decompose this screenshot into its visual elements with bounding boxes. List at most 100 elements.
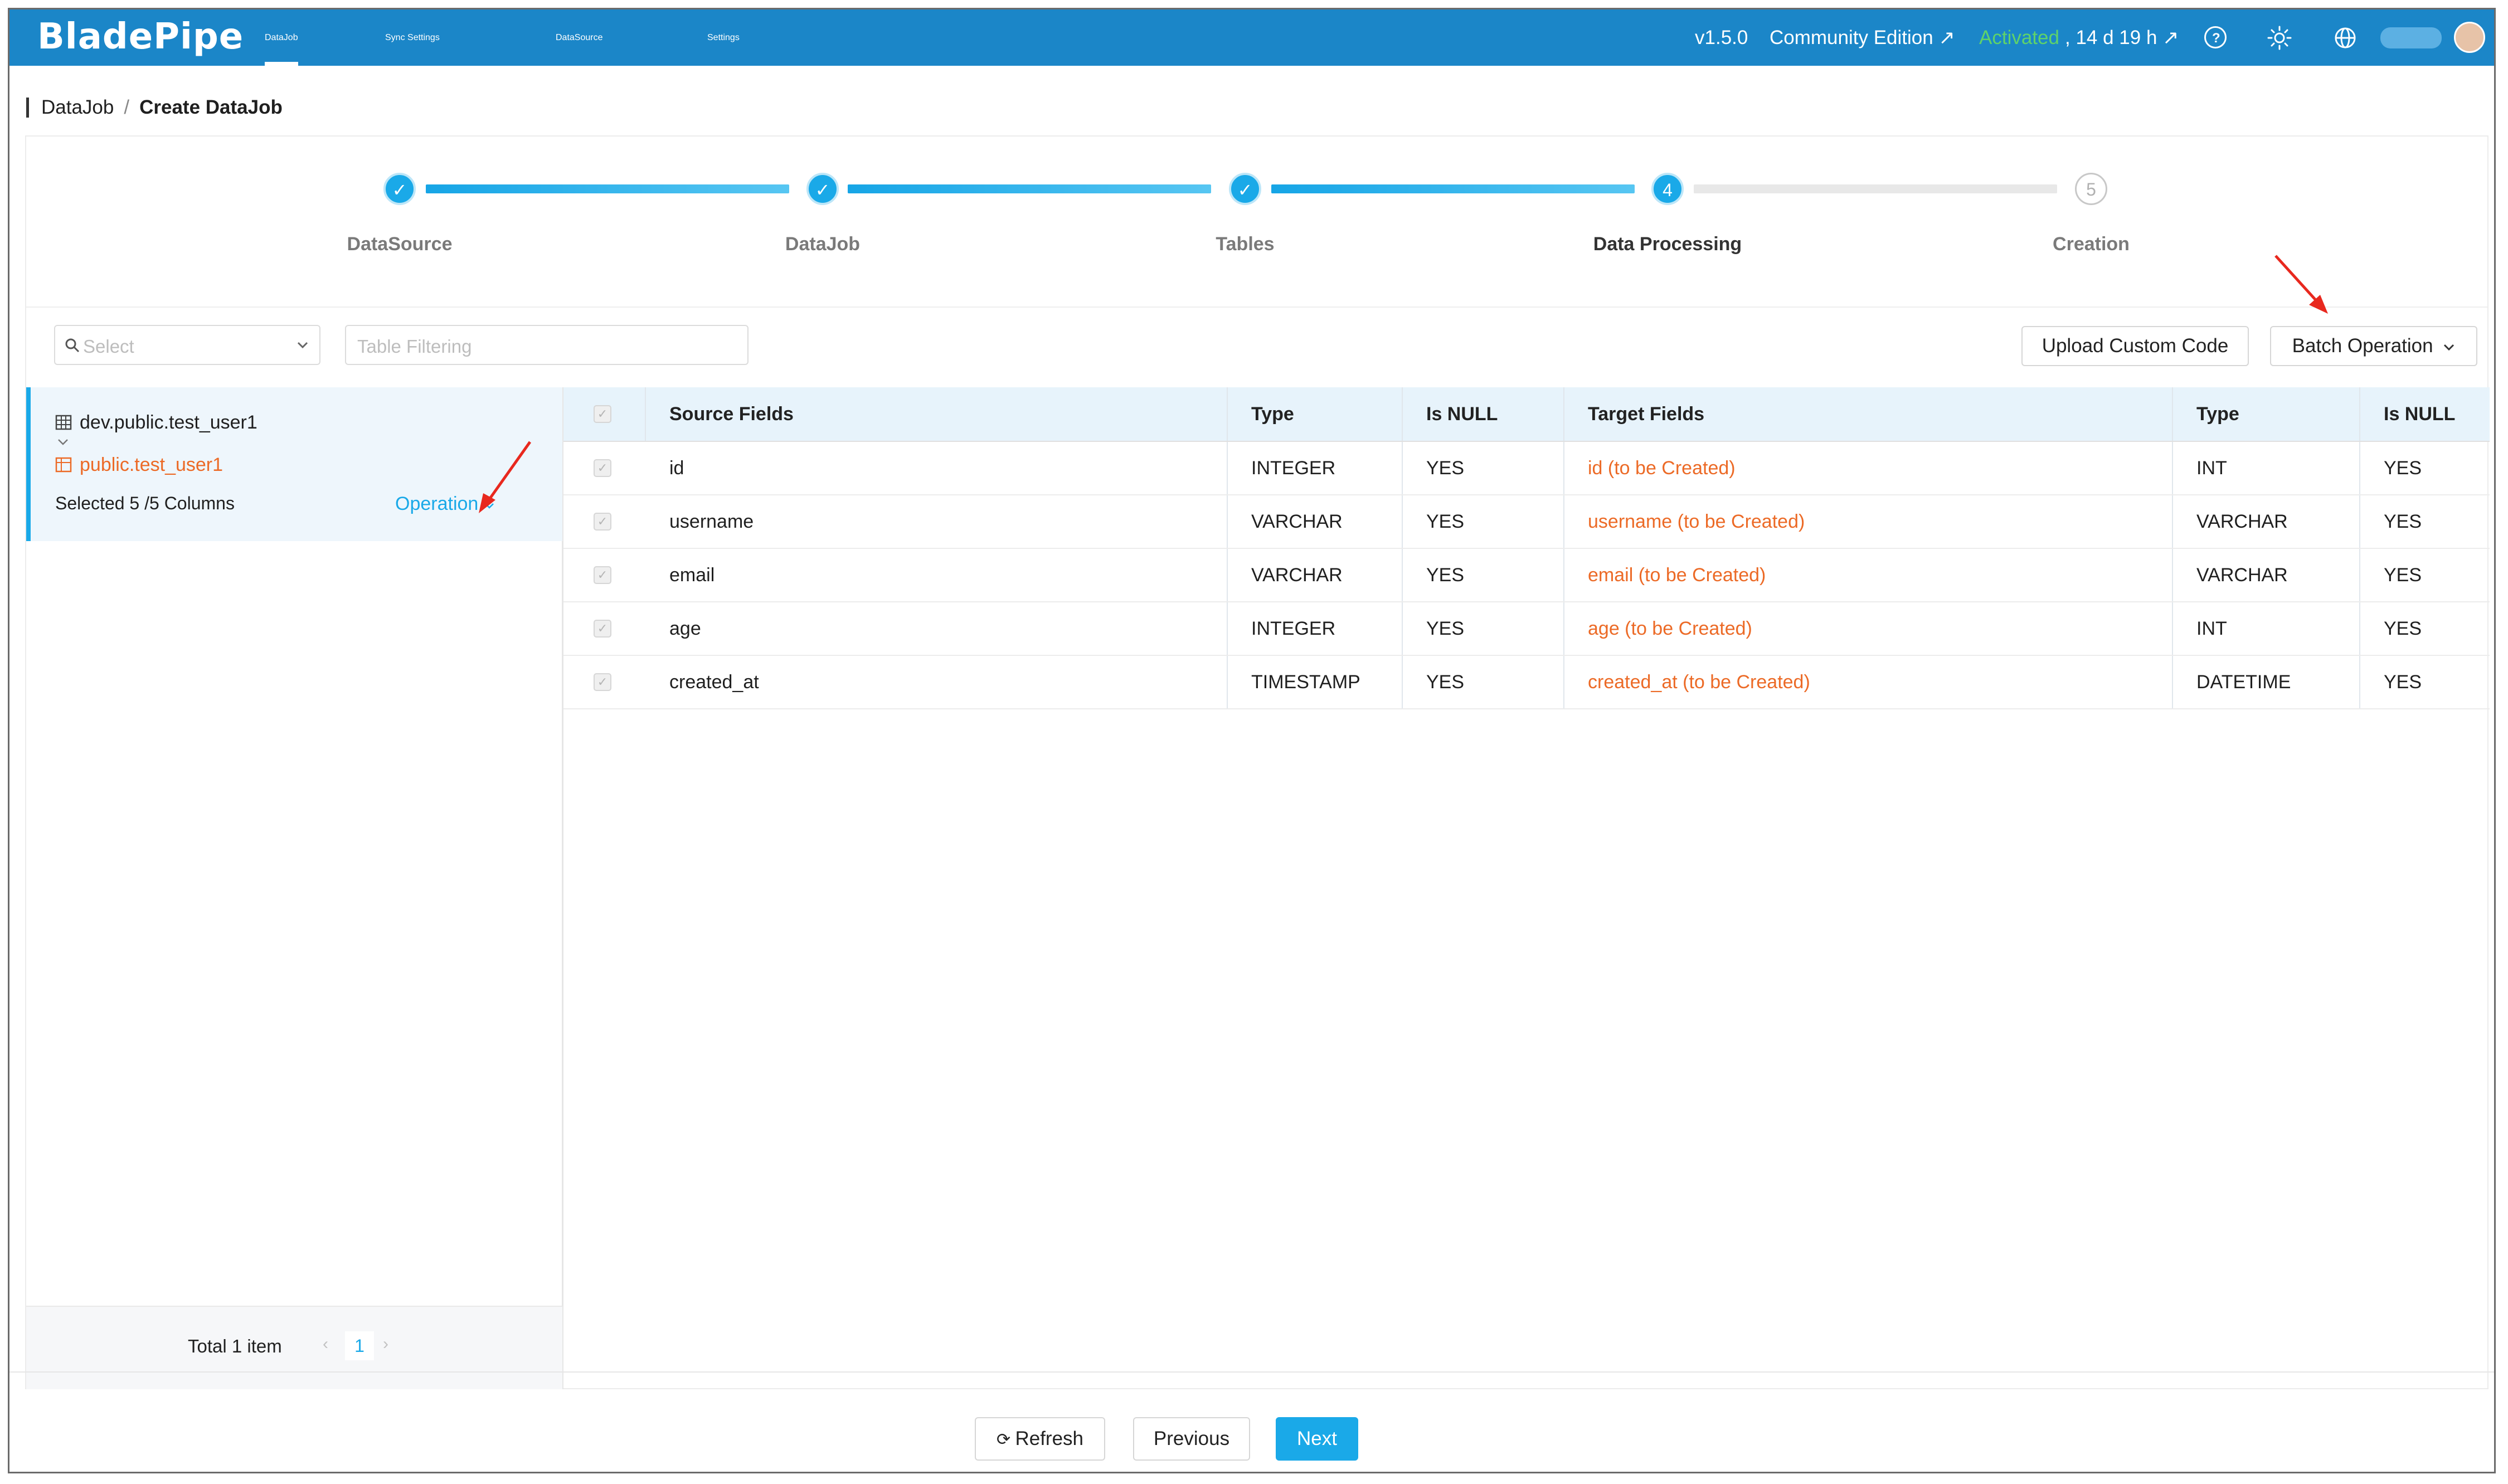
source-field-cell: email [669,564,715,586]
edition-link[interactable]: Community Edition ↗ [1770,9,1955,66]
target-field-cell[interactable]: created_at (to be Created) [1588,656,1810,708]
step-label-datasource: DataSource [347,233,453,255]
annotation-arrow-icon [2274,255,2328,314]
table-header-row: ✓ Source Fields Type Is NULL Target Fiel… [563,387,2490,442]
column-divider [2172,549,2173,601]
operation-label: Operation [395,493,479,514]
upload-custom-code-button[interactable]: Upload Custom Code [2021,326,2249,366]
target-nullable-cell: YES [2384,564,2422,586]
column-divider [1227,656,1228,708]
column-divider [2359,656,2360,708]
table-row: ✓ email VARCHAR YES email (to be Created… [563,549,2490,602]
breadcrumb-datajob[interactable]: DataJob [41,96,114,118]
search-icon [65,338,80,353]
target-nullable-cell: YES [2384,617,2422,639]
row-checkbox[interactable]: ✓ [594,602,611,655]
column-divider [2172,656,2173,708]
select-all-checkbox[interactable]: ✓ [594,387,611,441]
table-list-pane: dev.public.test_user1 public.test_user1 … [26,387,563,1389]
step-connector [426,184,789,193]
nav-item-sync-settings[interactable]: Sync Settings [385,9,440,66]
step-connector [1271,184,1635,193]
column-divider [1227,442,1228,494]
next-page-icon[interactable]: › [383,1335,388,1354]
nav-item-datasource[interactable]: DataSource [556,9,603,66]
previous-button[interactable]: Previous [1133,1417,1250,1461]
column-divider [1563,656,1564,708]
batch-operation-button[interactable]: Batch Operation [2270,326,2477,366]
step-3-check-icon: ✓ [1229,173,1261,205]
prev-page-icon[interactable]: ‹ [323,1335,328,1354]
source-field-cell: age [669,617,701,639]
page-number-1[interactable]: 1 [345,1331,374,1360]
user-name-redacted [2380,27,2442,48]
license-time-link[interactable]: , 14 d 19 h ↗ [2065,9,2179,66]
next-button[interactable]: Next [1276,1417,1358,1461]
total-items-text: Total 1 item [188,1336,282,1356]
column-divider [1227,549,1228,601]
target-type-cell: INT [2196,457,2227,479]
source-type-cell: TIMESTAMP [1251,671,1360,693]
table-row: ✓ id INTEGER YES id (to be Created) INT … [563,442,2490,495]
step-label-creation: Creation [2053,233,2130,255]
table-grid-icon [55,415,72,430]
bladepipe-logo[interactable]: BladePipe [37,16,244,57]
target-type-cell: VARCHAR [2196,564,2288,586]
help-icon[interactable]: ? [2204,26,2227,48]
target-nullable-cell: YES [2384,671,2422,693]
source-type-cell: VARCHAR [1251,564,1343,586]
source-field-cell: created_at [669,671,759,693]
source-nullable-cell: YES [1426,564,1465,586]
table-row: ✓ age INTEGER YES age (to be Created) IN… [563,602,2490,656]
column-divider [1563,495,1564,548]
source-nullable-cell: YES [1426,457,1465,479]
source-type-cell: INTEGER [1251,457,1336,479]
column-divider [1227,495,1228,548]
table-select-dropdown[interactable]: Select [54,325,320,365]
create-datajob-panel: ✓ ✓ ✓ 4 5 DataSource DataJob Tables Data… [25,135,2490,1389]
select-placeholder: Select [83,336,134,357]
column-divider [1402,442,1403,494]
step-connector [1694,184,2057,193]
nav-item-settings[interactable]: Settings [707,9,740,66]
step-5-indicator: 5 [2075,173,2107,205]
target-field-cell[interactable]: age (to be Created) [1588,602,1752,655]
refresh-icon: ⟳ [996,1431,1015,1449]
language-globe-icon[interactable] [2334,26,2357,50]
user-avatar[interactable] [2454,22,2485,53]
column-divider [1402,549,1403,601]
table-row: ✓ created_at TIMESTAMP YES created_at (t… [563,656,2490,709]
source-nullable-cell: YES [1426,510,1465,532]
target-nullable-cell: YES [2384,510,2422,532]
refresh-button[interactable]: ⟳ Refresh [975,1417,1105,1461]
step-label-datajob: DataJob [785,233,861,255]
table-filtering-placeholder: Table Filtering [357,336,472,357]
row-checkbox[interactable]: ✓ [594,656,611,708]
row-checkbox[interactable]: ✓ [594,495,611,548]
source-field-cell: id [669,457,684,479]
target-field-cell[interactable]: username (to be Created) [1588,495,1805,548]
step-label-data-processing: Data Processing [1593,233,1742,255]
header-target-fields: Target Fields [1588,403,1705,425]
row-checkbox[interactable]: ✓ [594,442,611,494]
batch-operation-label: Batch Operation [2292,335,2433,357]
row-checkbox[interactable]: ✓ [594,549,611,601]
annotation-arrow-icon [479,441,532,513]
step-connector [848,184,1211,193]
step-4-indicator: 4 [1651,173,1684,205]
step-1-check-icon: ✓ [383,173,416,205]
table-filtering-input[interactable]: Table Filtering [345,325,748,365]
nav-item-datajob[interactable]: DataJob [265,9,298,66]
header-source-fields: Source Fields [669,403,794,425]
app-window: BladePipe DataJob Sync Settings DataSour… [8,8,2496,1473]
column-divider [1563,549,1564,601]
target-nullable-cell: YES [2384,457,2422,479]
target-field-cell[interactable]: id (to be Created) [1588,442,1736,494]
step-label-tables: Tables [1216,233,1275,255]
target-field-cell[interactable]: email (to be Created) [1588,549,1766,601]
pagination-bar: Total 1 item ‹ 1 › [26,1306,562,1389]
source-type-cell: INTEGER [1251,617,1336,639]
theme-sun-icon[interactable] [2267,25,2292,51]
header-target-type: Type [2196,403,2239,425]
svg-text:?: ? [2212,31,2220,46]
